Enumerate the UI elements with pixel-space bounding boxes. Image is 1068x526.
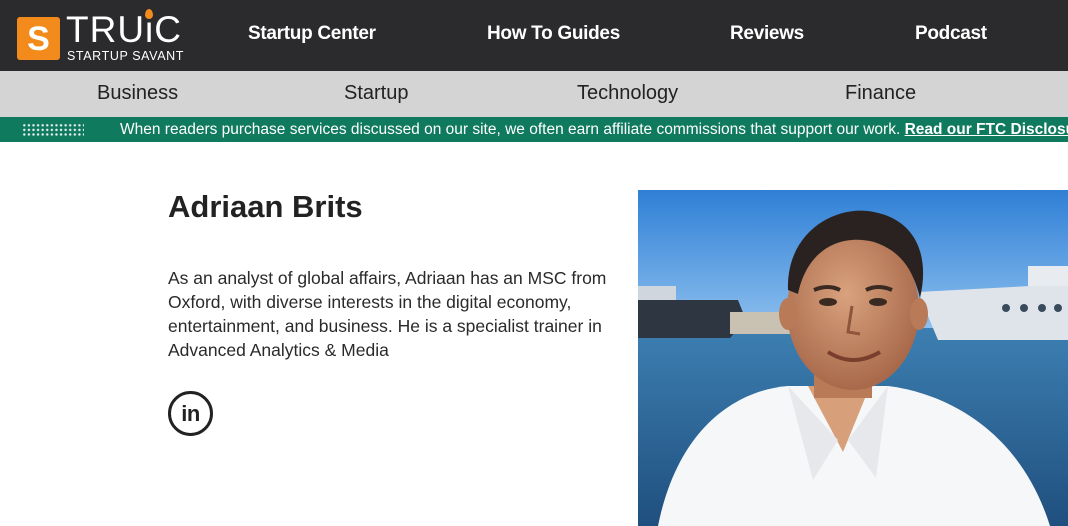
category-business[interactable]: Business bbox=[97, 81, 178, 105]
category-technology[interactable]: Technology bbox=[577, 81, 678, 105]
disclosure-text-row: When readers purchase services discussed… bbox=[120, 120, 1068, 139]
category-startup[interactable]: Startup bbox=[344, 81, 408, 105]
nav-podcast[interactable]: Podcast bbox=[915, 22, 987, 46]
author-photo bbox=[638, 190, 1068, 526]
flame-icon bbox=[145, 9, 153, 19]
logo-wordmark: TRUiC bbox=[66, 9, 182, 50]
logo-mark: S bbox=[17, 17, 60, 60]
disclosure-text: When readers purchase services discussed… bbox=[120, 121, 901, 138]
category-navigation-bar: Business Startup Technology Finance bbox=[0, 71, 1068, 117]
author-name: Adriaan Brits bbox=[168, 189, 363, 224]
affiliate-disclosure-banner: When readers purchase services discussed… bbox=[0, 117, 1068, 142]
logo-mark-letter: S bbox=[27, 20, 50, 58]
dot-pattern-icon bbox=[22, 123, 84, 137]
nav-how-to-guides[interactable]: How To Guides bbox=[487, 22, 620, 46]
category-finance[interactable]: Finance bbox=[845, 81, 916, 105]
nav-startup-center[interactable]: Startup Center bbox=[248, 22, 376, 46]
linkedin-icon[interactable]: in bbox=[168, 391, 213, 436]
nav-reviews[interactable]: Reviews bbox=[730, 22, 804, 46]
author-bio: As an analyst of global affairs, Adriaan… bbox=[168, 268, 607, 360]
top-navigation-bar: S TRUiC STARTUP SAVANT Startup Center Ho… bbox=[0, 0, 1068, 71]
ftc-disclosure-link[interactable]: Read our FTC Disclosure bbox=[905, 121, 1068, 138]
truic-logo[interactable]: S TRUiC STARTUP SAVANT bbox=[17, 9, 187, 63]
logo-tagline: STARTUP SAVANT bbox=[67, 49, 184, 63]
author-photo-illustration bbox=[638, 190, 1068, 526]
linkedin-label: in bbox=[181, 401, 200, 426]
